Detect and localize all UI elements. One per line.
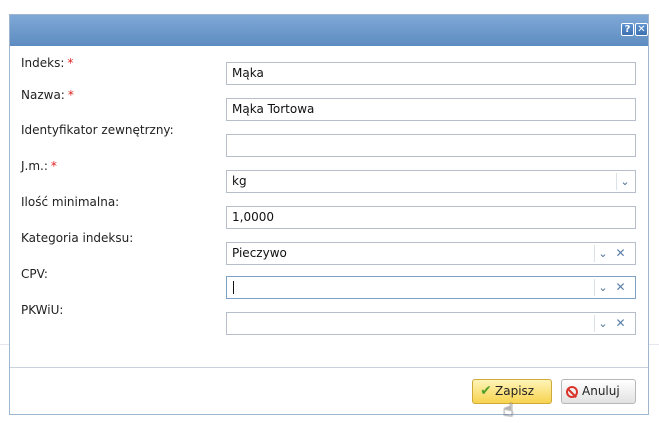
required-marker: * — [67, 88, 74, 102]
required-marker: * — [50, 159, 57, 173]
category-select[interactable]: Pieczywo ⌄ ✕ — [226, 242, 636, 265]
clear-icon[interactable]: ✕ — [612, 279, 629, 296]
cpv-label: CPV: — [21, 267, 48, 281]
chevron-down-icon[interactable]: ⌄ — [594, 245, 611, 262]
min-qty-label: Ilość minimalna: — [21, 195, 120, 209]
clear-icon[interactable]: ✕ — [612, 245, 629, 262]
dialog-titlebar: ? ✕ — [10, 15, 648, 46]
chevron-down-icon[interactable]: ⌄ — [616, 173, 633, 190]
cancel-icon — [566, 386, 578, 398]
unit-label: J.m.: * — [21, 159, 57, 173]
background-divider — [0, 344, 9, 345]
chevron-down-icon[interactable]: ⌄ — [594, 315, 611, 332]
clear-icon[interactable]: ✕ — [612, 315, 629, 332]
save-label: Zapisz — [495, 384, 535, 398]
index-input[interactable]: Mąka — [226, 62, 636, 85]
name-input[interactable]: Mąka Tortowa — [226, 98, 636, 121]
external-id-label: Identyfikator zewnętrzny: — [21, 123, 174, 137]
required-marker: * — [67, 56, 74, 70]
check-icon: ✔ — [480, 383, 492, 399]
background-divider — [649, 344, 659, 345]
cancel-label: Anuluj — [582, 384, 620, 398]
dialog-footer: ✔ Zapisz Anuluj — [10, 367, 648, 414]
cpv-select[interactable]: ⌄ ✕ — [226, 276, 636, 299]
external-id-input[interactable] — [226, 134, 636, 157]
help-icon[interactable]: ? — [621, 23, 634, 36]
unit-select[interactable]: kg ⌄ — [226, 170, 636, 193]
hand-cursor-icon: ☝ — [503, 400, 514, 421]
min-qty-input[interactable]: 1,0000 — [226, 206, 636, 229]
index-label: Indeks: * — [21, 56, 74, 70]
pkwiu-select[interactable]: ⌄ ✕ — [226, 312, 636, 335]
text-caret — [233, 281, 234, 294]
edit-index-dialog: ? ✕ Indeks: * Mąka Nazwa: * Mąka Tortowa I… — [9, 14, 649, 415]
index-form: Indeks: * Mąka Nazwa: * Mąka Tortowa Ident… — [10, 46, 648, 368]
category-value: Pieczywo — [232, 246, 287, 260]
name-label: Nazwa: * — [21, 88, 74, 102]
unit-value: kg — [232, 174, 247, 188]
close-icon[interactable]: ✕ — [635, 23, 648, 36]
chevron-down-icon[interactable]: ⌄ — [594, 279, 611, 296]
pkwiu-label: PKWiU: — [21, 303, 64, 317]
category-label: Kategoria indeksu: — [21, 231, 134, 245]
cancel-button[interactable]: Anuluj — [561, 379, 636, 404]
